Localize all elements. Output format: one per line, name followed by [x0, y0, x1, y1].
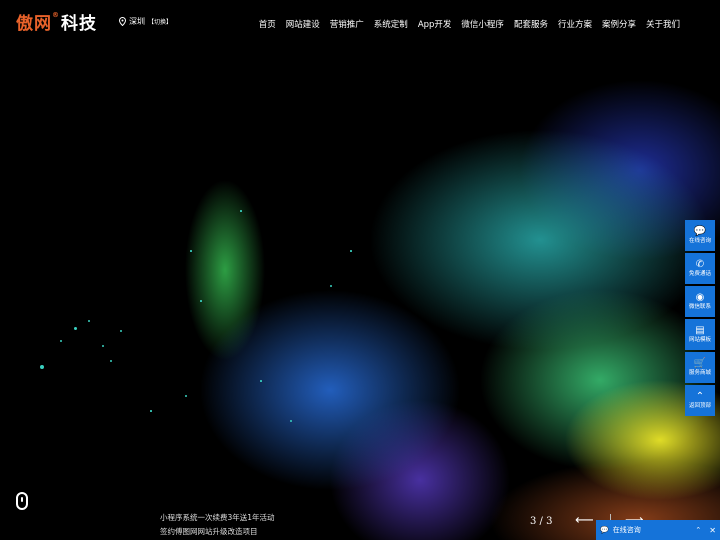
paint-speck — [110, 360, 112, 362]
chat-bubble-icon: 💬 — [600, 526, 609, 534]
side-tool-template[interactable]: ▤ 网站模板 — [685, 319, 715, 350]
scroll-mouse-icon[interactable] — [16, 492, 28, 510]
hero-banner — [0, 0, 720, 540]
paint-speck — [120, 330, 122, 332]
nav-item[interactable]: 微信小程序 — [461, 18, 504, 30]
side-tool-wechat[interactable]: ◉ 微信联系 — [685, 286, 715, 317]
side-tool-up-arrow[interactable]: ⌃ 返回顶部 — [685, 385, 715, 416]
side-tool-label: 网站模板 — [688, 337, 711, 343]
chat-bubble-icon: 💬 — [693, 226, 707, 237]
side-tool-label: 微信联系 — [688, 304, 711, 310]
paint-speck — [330, 285, 332, 287]
nav-item[interactable]: 案例分享 — [602, 18, 636, 30]
side-tool-phone[interactable]: ✆ 免费通话 — [685, 253, 715, 284]
nav-item[interactable]: 行业方案 — [558, 18, 592, 30]
paint-speck — [88, 320, 90, 322]
nav-item[interactable]: 网站建设 — [286, 18, 320, 30]
nav-item[interactable]: 配套服务 — [514, 18, 548, 30]
site-logo[interactable]: 傲网®科技 — [16, 9, 97, 34]
city-selector[interactable]: 深圳 【切换】 — [119, 16, 172, 27]
phone-icon: ✆ — [695, 259, 705, 270]
location-pin-icon — [119, 17, 126, 26]
paint-speck — [40, 365, 44, 369]
paint-speck — [102, 345, 104, 347]
paint-speck — [190, 250, 192, 252]
template-icon: ▤ — [695, 325, 705, 336]
side-tool-label: 返回顶部 — [688, 403, 711, 409]
side-tool-label: 服务商城 — [688, 370, 711, 376]
side-tool-cart[interactable]: 🛒 服务商城 — [685, 352, 715, 383]
paint-speck — [74, 327, 77, 330]
nav-item[interactable]: App开发 — [418, 18, 452, 30]
online-chat-bar[interactable]: 💬 在线咨询 ⌃ ✕ — [596, 520, 720, 540]
nav-item[interactable]: 营销推广 — [330, 18, 364, 30]
logo-text-tech: 科技 — [61, 14, 97, 34]
paint-speck — [290, 420, 292, 422]
nav-item[interactable]: 系统定制 — [374, 18, 408, 30]
paint-speck — [260, 380, 262, 382]
mouse-wheel — [21, 497, 23, 502]
news-item[interactable]: 签约傅图网网站升级改造项目 — [160, 525, 275, 539]
side-tool-label: 在线咨询 — [688, 238, 711, 244]
city-name: 深圳 — [129, 17, 145, 26]
side-tool-label: 免费通话 — [688, 271, 711, 277]
side-tool-chat-bubble[interactable]: 💬 在线咨询 — [685, 220, 715, 251]
chat-bar-label: 在线咨询 — [612, 526, 641, 534]
news-list: 小程序系统一次续费3年送1年活动 签约傅图网网站升级改造项目 — [160, 511, 275, 539]
city-switch-link[interactable]: 【切换】 — [148, 17, 172, 26]
main-nav: 首页 网站建设 营销推广 系统定制 App开发 微信小程序 配套服务 行业方案 案例分享 关于我们 — [259, 18, 680, 30]
expand-icon[interactable]: ⌃ — [695, 526, 701, 534]
paint-speck — [60, 340, 62, 342]
cart-icon: 🛒 — [693, 358, 707, 369]
paint-speck — [200, 300, 202, 302]
nav-item[interactable]: 关于我们 — [646, 18, 680, 30]
logo-text-brand: 傲网 — [16, 14, 52, 34]
prev-slide-arrow-icon[interactable]: ⟵ — [575, 513, 594, 528]
paint-speck — [150, 410, 152, 412]
close-icon[interactable]: ✕ — [709, 526, 716, 535]
paint-speck — [350, 250, 352, 252]
paint-speck — [185, 395, 187, 397]
side-toolbar: 💬 在线咨询 ✆ 免费通话 ◉ 微信联系 ▤ 网站模板 🛒 服务商城 ⌃ 返回顶部 — [685, 220, 715, 418]
paint-speck — [240, 210, 242, 212]
nav-item[interactable]: 首页 — [259, 18, 276, 30]
up-arrow-icon: ⌃ — [695, 391, 705, 402]
wechat-icon: ◉ — [695, 292, 705, 303]
slide-counter: 3 / 3 — [530, 516, 553, 527]
news-item[interactable]: 小程序系统一次续费3年送1年活动 — [160, 511, 275, 525]
logo-registered-mark: ® — [52, 11, 60, 19]
